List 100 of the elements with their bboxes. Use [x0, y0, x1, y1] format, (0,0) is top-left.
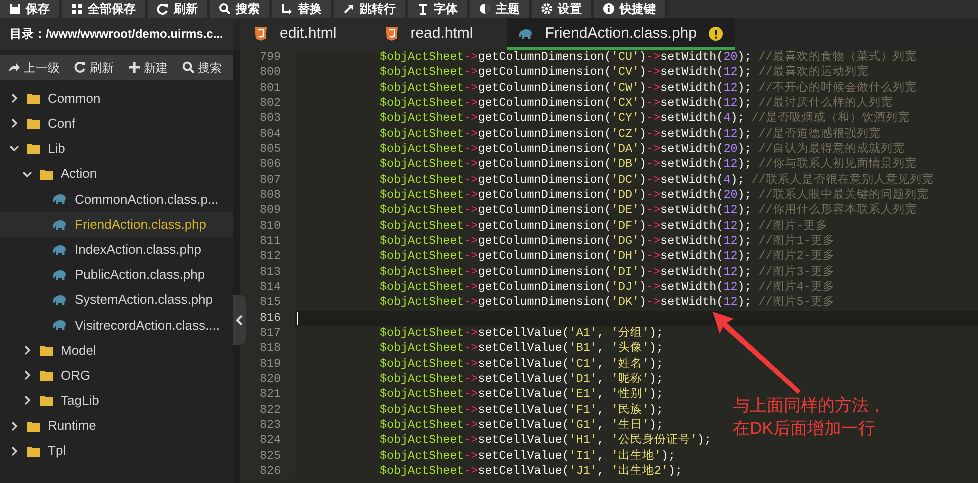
line-number: 805: [240, 142, 295, 158]
toolbar-button[interactable]: 全部保存: [62, 0, 148, 18]
tree-item[interactable]: VisitrecordAction.class....: [0, 312, 233, 338]
line-number: 819: [240, 356, 295, 372]
toolbar-button[interactable]: 主题: [470, 0, 532, 18]
toolbar-button[interactable]: 跳转行: [334, 0, 408, 18]
chevron-right-icon: [22, 370, 33, 382]
info-icon: [603, 3, 615, 15]
folder-icon: [27, 420, 40, 432]
line-number: 810: [240, 218, 295, 234]
tree-item[interactable]: ORG: [0, 363, 233, 388]
line-number: 812: [240, 249, 295, 265]
file-toolbar-button[interactable]: 上一级: [8, 58, 60, 76]
code-line: $objActSheet->getColumnDimension('CY')->setWidth(4); //是否吸烟或（和）饮酒列宽: [380, 111, 910, 126]
code-line: $objActSheet->getColumnDimension('CV')->setWidth(12); //最喜欢的运动列宽: [380, 65, 869, 80]
file-toolbar-button[interactable]: 搜索: [182, 58, 222, 76]
tree-item[interactable]: Lib: [0, 136, 233, 162]
line-number: 804: [240, 126, 295, 142]
tree-item[interactable]: FriendAction.class.php: [0, 212, 233, 238]
toolbar-button[interactable]: 替换: [272, 0, 334, 18]
code-line: $objActSheet->getColumnDimension('CX')->setWidth(12); //最讨厌什么样的人列宽: [380, 96, 893, 110]
tree-item[interactable]: PublicAction.class.php: [0, 262, 233, 288]
line-number: 807: [240, 172, 295, 188]
collapse-sidebar-button[interactable]: [233, 295, 246, 345]
folder-icon: [40, 370, 53, 382]
elephant-icon: [519, 28, 534, 40]
directory-path: 目录：/www/wwwroot/demo.uirms.c...: [0, 18, 233, 50]
tree-item[interactable]: IndexAction.class.php: [0, 237, 233, 262]
file-tab[interactable]: edit.html: [240, 18, 371, 50]
theme-icon: [479, 3, 491, 15]
chevron-right-icon: [22, 344, 33, 356]
toolbar-button[interactable]: 快捷键: [594, 0, 668, 18]
text-cursor: [297, 312, 298, 325]
toolbar-button[interactable]: 刷新: [148, 0, 210, 18]
line-number: 813: [240, 264, 295, 280]
folder-icon: [27, 143, 40, 154]
toolbar-button[interactable]: 字体: [408, 0, 470, 18]
code-line: $objActSheet->setCellValue('I1', '出生地');: [380, 448, 676, 463]
line-number: 800: [240, 65, 295, 81]
folder-icon: [27, 446, 40, 457]
line-number: 825: [240, 448, 295, 464]
chevron-right-icon: [9, 446, 20, 457]
tree-item[interactable]: Common: [0, 86, 233, 112]
elephant-icon: [53, 294, 67, 306]
folder-icon: [40, 395, 53, 406]
file-tab[interactable]: read.html: [370, 18, 508, 50]
tree-item[interactable]: CommonAction.class.p...: [0, 186, 233, 212]
code-line: $objActSheet->setCellValue('C1', '姓名');: [380, 356, 664, 371]
folder-icon: [27, 118, 40, 130]
line-number: 823: [240, 418, 295, 434]
line-number: 803: [240, 111, 295, 127]
toolbar-button[interactable]: 设置: [532, 0, 594, 18]
tree-item[interactable]: TagLib: [0, 388, 233, 414]
line-number: 802: [240, 96, 295, 112]
line-number: 806: [240, 157, 295, 173]
annotation-text: 在DK后面增加一行: [733, 418, 877, 440]
code-line: $objActSheet->setCellValue('B1', '头像');: [380, 341, 664, 356]
code-line: $objActSheet->getColumnDimension('DD')->setWidth(20); //联系人眼中最关键的问题列宽: [380, 188, 929, 202]
tree-item[interactable]: SystemAction.class.php: [0, 288, 233, 313]
toolbar-button[interactable]: 搜索: [210, 0, 272, 18]
tree-item[interactable]: Tpl: [0, 438, 233, 464]
line-number: 826: [240, 464, 295, 480]
toolbar-button[interactable]: 保存: [0, 0, 62, 18]
chevron-right-icon: [9, 93, 20, 104]
elephant-icon: [53, 319, 67, 332]
code-line: $objActSheet->setCellValue('G1', '生日');: [380, 418, 664, 432]
tree-item[interactable]: Conf: [0, 111, 233, 136]
code-line: $objActSheet->setCellValue('D1', '昵称');: [380, 372, 664, 386]
html-file-icon: [384, 26, 399, 42]
tree-item[interactable]: Model: [0, 338, 233, 364]
chevron-left-icon: [236, 314, 243, 326]
search-icon: [219, 3, 231, 15]
chevron-down-icon: [9, 143, 20, 154]
code-line: $objActSheet->getColumnDimension('CZ')->setWidth(12); //是否道德感很强列宽: [380, 126, 881, 141]
line-number: 808: [240, 188, 295, 204]
code-line: $objActSheet->setCellValue('J1', '出生地2');: [380, 464, 683, 478]
tree-item[interactable]: Action: [0, 162, 233, 187]
refresh-icon: [157, 3, 169, 15]
refresh-icon: [74, 61, 87, 74]
code-line: $objActSheet->getColumnDimension('CW')->setWidth(12); //不开心的时候会做什么列宽: [380, 80, 917, 95]
code-line: $objActSheet->setCellValue('H1', '公民身份证号');: [380, 433, 712, 448]
code-line: $objActSheet->getColumnDimension('DG')->setWidth(12); //图片1-更多: [380, 234, 835, 248]
arrow-icon: [343, 3, 355, 15]
folder-icon: [27, 93, 40, 104]
file-toolbar-button[interactable]: 新建: [128, 58, 168, 76]
file-tab[interactable]: FriendAction.class.php: [507, 18, 735, 50]
file-toolbar-button[interactable]: 刷新: [74, 58, 114, 76]
line-number: 824: [240, 433, 295, 449]
share-arrow-icon: [8, 61, 21, 74]
code-line: $objActSheet->getColumnDimension('DH')->setWidth(12); //图片2-更多: [380, 249, 835, 264]
gear-icon: [541, 3, 553, 15]
folder-icon: [40, 344, 53, 356]
tree-item[interactable]: Runtime: [0, 413, 233, 439]
plus-icon: [128, 61, 141, 74]
save-icon: [9, 3, 21, 15]
line-number: 809: [240, 203, 295, 219]
code-line: $objActSheet->getColumnDimension('CU')->setWidth(20); //最喜欢的食物（菜式）列宽: [380, 50, 917, 64]
chevron-right-icon: [9, 420, 20, 432]
search-icon: [182, 61, 195, 74]
elephant-icon: [53, 244, 67, 256]
